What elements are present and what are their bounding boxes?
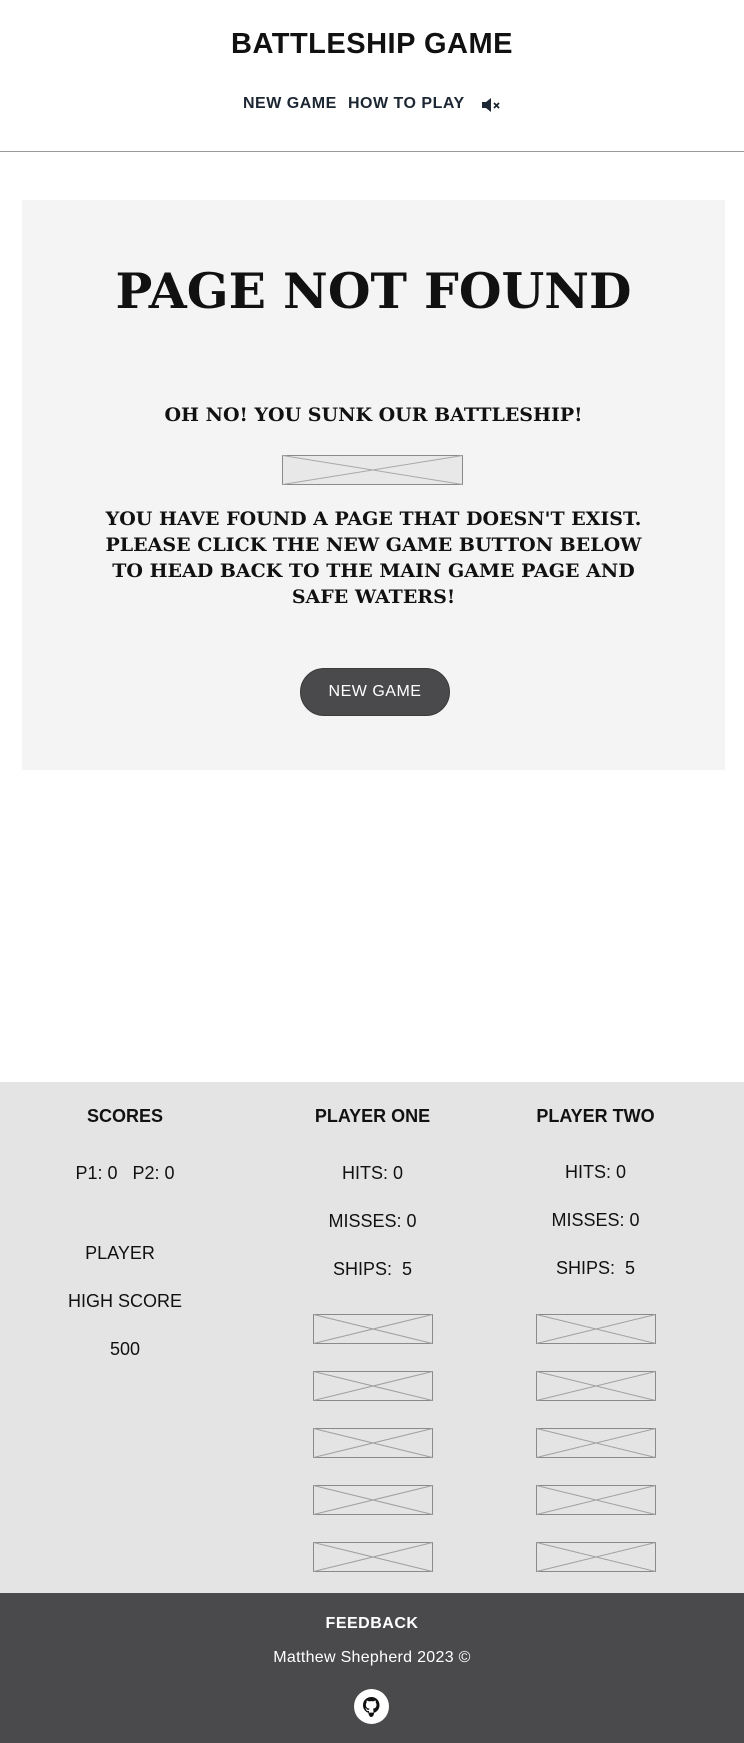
- ship-image-placeholder: [536, 1371, 656, 1401]
- ship-image-placeholder: [536, 1314, 656, 1344]
- ship-image-placeholder: [313, 1428, 433, 1458]
- ship-image-placeholder: [313, 1314, 433, 1344]
- error-message: YOU HAVE FOUND A PAGE THAT DOESN'T EXIST…: [105, 508, 642, 608]
- player-one-column: PLAYER ONE HITS: 0 MISSES: 0 SHIPS: 5: [290, 1082, 455, 1593]
- github-icon[interactable]: [354, 1689, 389, 1724]
- main-nav: NEW GAME HOW TO PLAY: [0, 95, 744, 117]
- player-two-heading: PLAYER TWO: [536, 1106, 655, 1126]
- high-score-label: HIGH SCORE: [67, 1291, 182, 1311]
- score-tally: P1: 0 P2: 0: [75, 1163, 175, 1183]
- player-label: PLAYER: [85, 1243, 155, 1263]
- speaker-muted-icon[interactable]: [481, 95, 503, 115]
- ship-image-placeholder: [536, 1542, 656, 1572]
- ship-image-placeholder: [313, 1371, 433, 1401]
- nav-new-game-link[interactable]: NEW GAME: [243, 95, 337, 113]
- feedback-link[interactable]: FEEDBACK: [0, 1615, 744, 1633]
- nav-how-to-play-link[interactable]: HOW TO PLAY: [348, 95, 465, 113]
- not-found-card: PAGE NOT FOUND OH NO! YOU SUNK OUR BATTL…: [22, 200, 725, 770]
- site-title: BATTLESHIP GAME: [231, 28, 513, 60]
- player-one-misses: MISSES: 0: [328, 1211, 417, 1231]
- player-two-column: PLAYER TWO HITS: 0 MISSES: 0 SHIPS: 5: [513, 1082, 678, 1593]
- player-two-ships: SHIPS: 5: [555, 1258, 636, 1278]
- ship-image-placeholder: [536, 1485, 656, 1515]
- high-score-value: 500: [109, 1339, 141, 1359]
- site-header: BATTLESHIP GAME NEW GAME HOW TO PLAY: [0, 0, 744, 152]
- scores-column: SCORES P1: 0 P2: 0 PLAYER HIGH SCORE 500: [40, 1082, 210, 1593]
- player-one-hits: HITS: 0: [341, 1163, 403, 1183]
- copyright-text: Matthew Shepherd 2023 ©: [273, 1649, 471, 1666]
- page-title: PAGE NOT FOUND: [115, 262, 632, 320]
- player-one-heading: PLAYER ONE: [314, 1106, 431, 1126]
- site-footer: FEEDBACK Matthew Shepherd 2023 ©: [0, 1593, 744, 1743]
- player-one-ships: SHIPS: 5: [332, 1259, 413, 1279]
- error-subtitle: OH NO! YOU SUNK OUR BATTLESHIP!: [164, 404, 583, 426]
- ship-image-placeholder: [536, 1428, 656, 1458]
- new-game-button[interactable]: NEW GAME: [300, 668, 450, 716]
- player-two-misses: MISSES: 0: [551, 1210, 640, 1230]
- player-two-hits: HITS: 0: [564, 1162, 626, 1182]
- broken-image-placeholder: [282, 455, 463, 485]
- ship-image-placeholder: [313, 1542, 433, 1572]
- ship-image-placeholder: [313, 1485, 433, 1515]
- scoreboard: SCORES P1: 0 P2: 0 PLAYER HIGH SCORE 500…: [0, 1082, 744, 1593]
- scores-heading: SCORES: [86, 1106, 164, 1126]
